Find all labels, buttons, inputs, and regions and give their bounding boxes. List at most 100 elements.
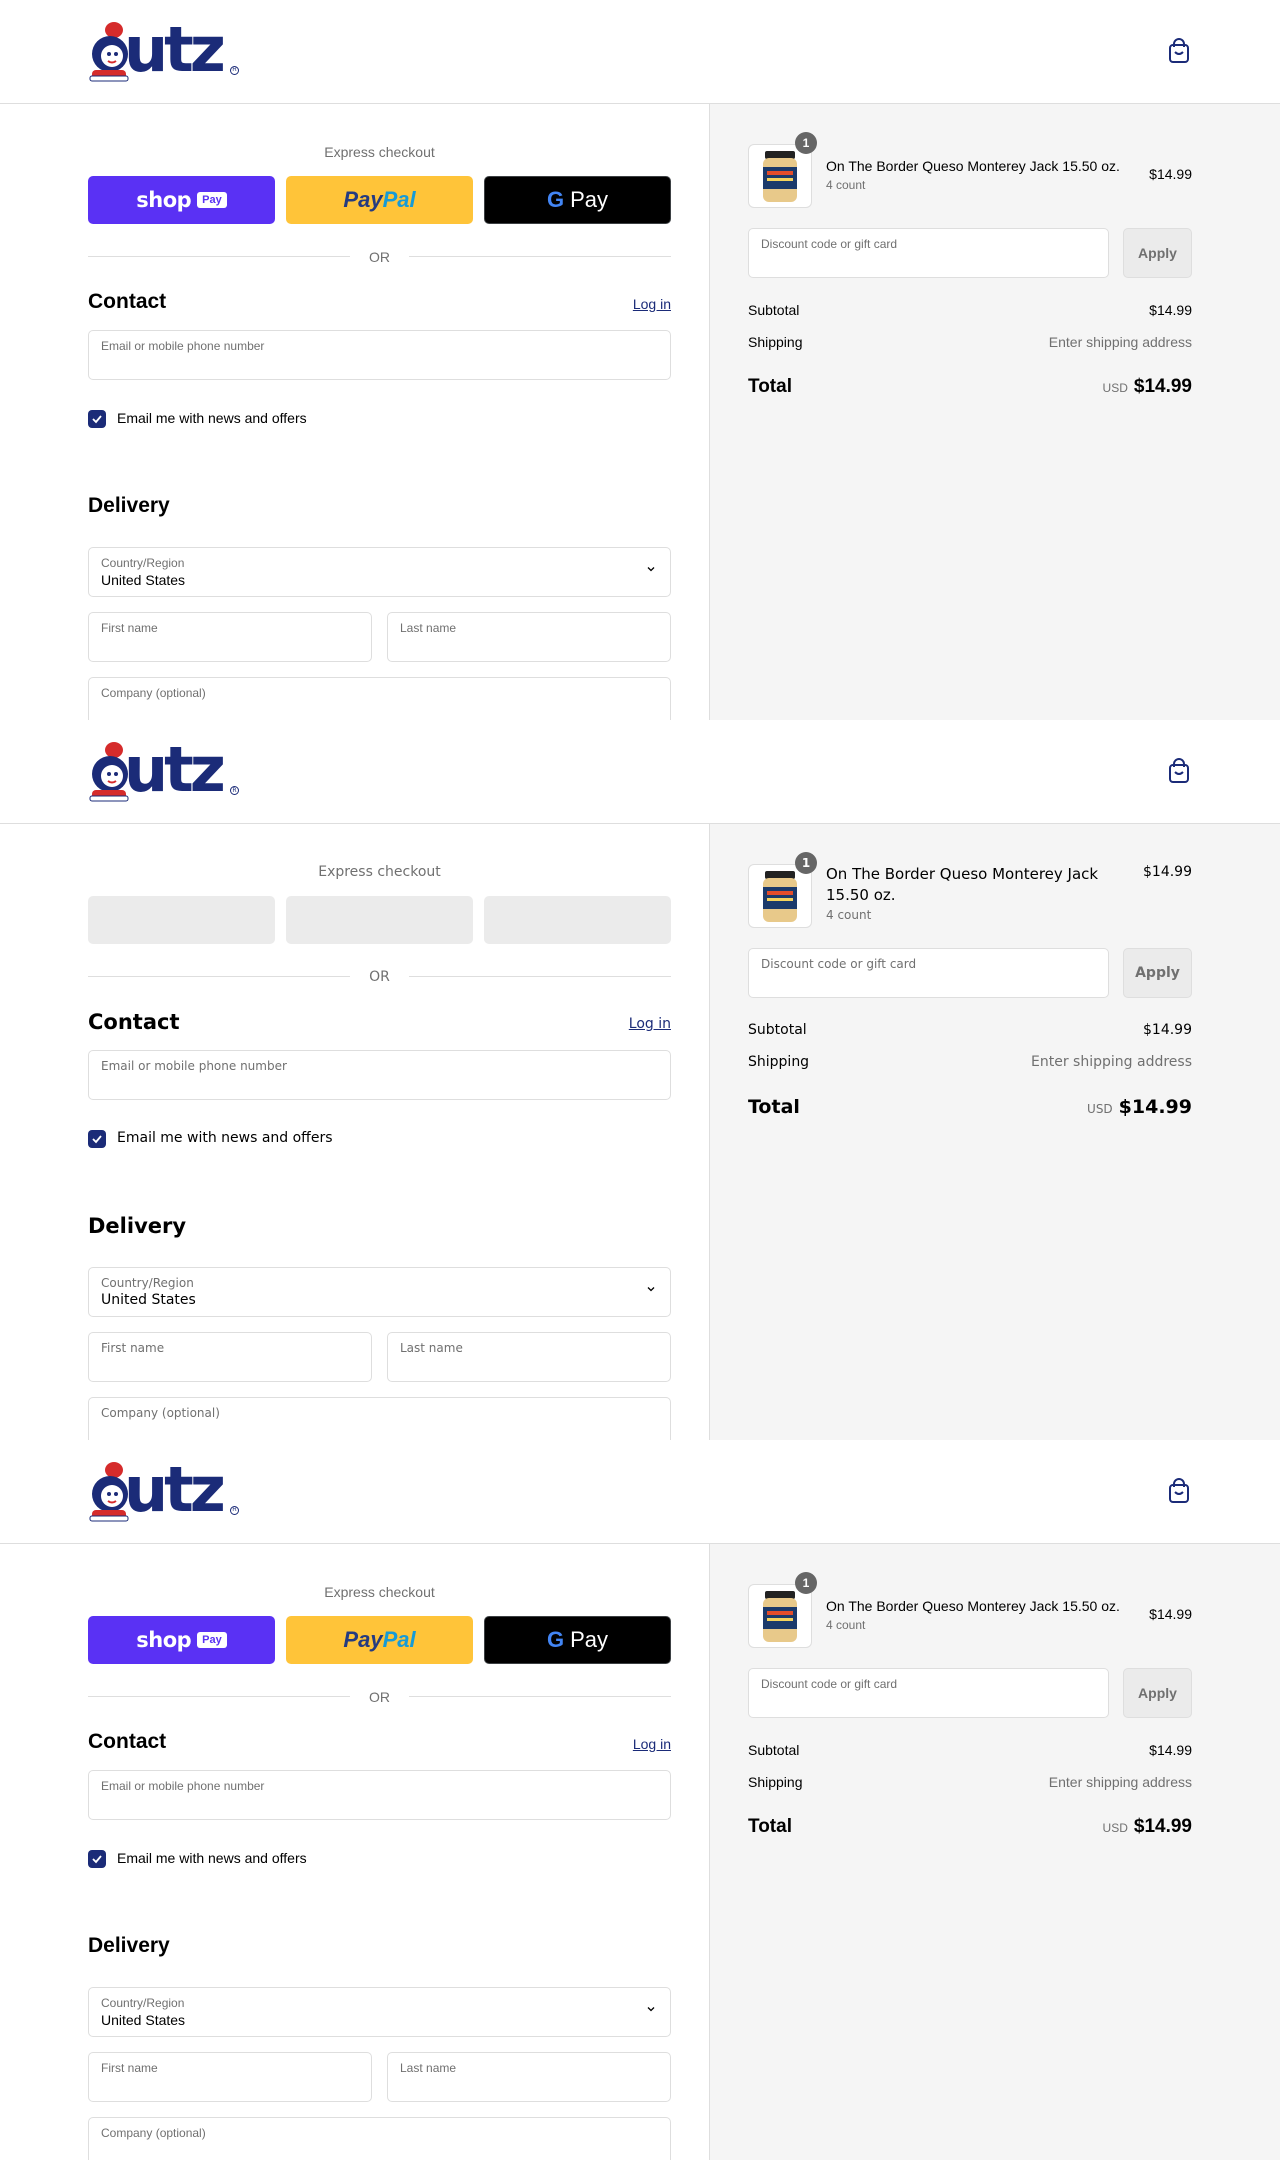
- first-name-field[interactable]: First name: [88, 2052, 372, 2102]
- discount-field[interactable]: Discount code or gift card: [748, 1668, 1109, 1718]
- apply-button[interactable]: Apply: [1123, 948, 1192, 998]
- or-text: OR: [369, 249, 390, 265]
- contact-heading: Contact: [88, 290, 167, 313]
- subtotal-row: Subtotal $14.99: [748, 1742, 1192, 1758]
- shipping-label: Shipping: [748, 1774, 803, 1790]
- email-field[interactable]: Email or mobile phone number: [88, 1050, 671, 1100]
- news-checkbox[interactable]: [88, 410, 106, 428]
- utz-logo[interactable]: utz R: [88, 1458, 240, 1524]
- discount-label: Discount code or gift card: [761, 237, 898, 251]
- checkout-frame-3: utz R Express checkout shop Pay Pay Pal GP…: [0, 1440, 1280, 2160]
- queso-jar-image: [763, 871, 797, 922]
- shopping-bag-icon[interactable]: [1168, 38, 1190, 64]
- order-summary: 1 On The Border Queso Monterey Jack 15.5…: [709, 1544, 1280, 2160]
- first-name-field[interactable]: First name: [88, 1332, 372, 1382]
- login-link[interactable]: Log in: [600, 296, 671, 312]
- email-field[interactable]: Email or mobile phone number: [88, 330, 671, 380]
- country-value: United States: [101, 2012, 186, 2028]
- country-label: Country/Region: [101, 1996, 185, 2010]
- discount-label: Discount code or gift card: [761, 1677, 898, 1691]
- login-link[interactable]: Log in: [600, 1736, 671, 1752]
- subtotal-label: Subtotal: [748, 302, 800, 318]
- apply-button[interactable]: Apply: [1123, 1668, 1192, 1718]
- shop-pay-button[interactable]: shop Pay: [88, 176, 275, 224]
- quantity-badge: 1: [795, 1572, 817, 1594]
- chevron-down-icon: [647, 567, 655, 572]
- paypal-button[interactable]: [286, 896, 473, 944]
- checkout-header: utz R: [0, 720, 1280, 824]
- utz-logo[interactable]: utz R: [88, 18, 240, 84]
- first-name-field[interactable]: First name: [88, 612, 372, 662]
- delivery-heading: Delivery: [88, 494, 170, 517]
- discount-field[interactable]: Discount code or gift card: [748, 948, 1109, 998]
- last-name-label: Last name: [400, 621, 457, 635]
- country-value: United States: [101, 572, 186, 588]
- first-name-label: First name: [101, 1341, 165, 1355]
- registered-mark: R: [230, 786, 239, 795]
- news-checkbox[interactable]: [88, 1850, 106, 1868]
- or-text: OR: [369, 969, 390, 985]
- google-pay-button[interactable]: G Pay: [484, 176, 671, 224]
- delivery-heading: Delivery: [88, 1214, 187, 1238]
- shopping-bag-icon[interactable]: [1168, 758, 1190, 784]
- login-link[interactable]: Log in: [600, 1016, 671, 1032]
- apply-button[interactable]: Apply: [1123, 228, 1192, 278]
- product-price: $14.99: [1149, 166, 1192, 182]
- company-field[interactable]: Company (optional): [88, 677, 671, 720]
- chevron-down-icon: [647, 2007, 655, 2012]
- total-value: $14.99: [1133, 1816, 1192, 1837]
- paypal-button[interactable]: Pay Pal: [286, 1616, 473, 1664]
- or-divider: OR: [88, 1688, 671, 1706]
- product-name: On The Border Queso Monterey Jack 15.50 …: [826, 1598, 1120, 1614]
- subtotal-label: Subtotal: [748, 1022, 807, 1038]
- last-name-field[interactable]: Last name: [387, 2052, 671, 2102]
- country-select[interactable]: Country/Region United States: [88, 1987, 671, 2037]
- contact-heading: Contact: [88, 1730, 167, 1753]
- shipping-value: Enter shipping address: [1048, 334, 1192, 350]
- country-select[interactable]: Country/Region United States: [88, 547, 671, 597]
- country-select[interactable]: Country/Region United States: [88, 1267, 671, 1317]
- shipping-label: Shipping: [748, 1054, 810, 1070]
- last-name-field[interactable]: Last name: [387, 1332, 671, 1382]
- utz-logo[interactable]: utz R: [88, 733, 240, 806]
- shopping-bag-icon[interactable]: [1168, 1478, 1190, 1504]
- paypal-logo-a: Pay: [343, 187, 383, 212]
- express-checkout-title: Express checkout: [324, 144, 435, 160]
- express-checkout-title: Express checkout: [318, 864, 441, 880]
- checkmark-icon: [92, 415, 102, 424]
- last-name-field[interactable]: Last name: [387, 612, 671, 662]
- last-name-label: Last name: [400, 1341, 463, 1355]
- paypal-logo-a: Pay: [343, 1627, 383, 1652]
- news-checkbox[interactable]: [88, 1130, 106, 1148]
- last-name-label: Last name: [400, 2061, 457, 2075]
- company-field[interactable]: Company (optional): [88, 2117, 671, 2160]
- total-label: Total: [748, 1096, 800, 1118]
- subtotal-value: $14.99: [1143, 1022, 1192, 1038]
- brand-wordmark: utz: [124, 733, 226, 806]
- total-row: Total USD $14.99: [748, 1816, 1192, 1838]
- email-field-label: Email or mobile phone number: [101, 339, 265, 353]
- google-pay-label: Pay: [570, 187, 609, 212]
- shop-pay-button[interactable]: [88, 896, 275, 944]
- company-field[interactable]: Company (optional): [88, 1397, 671, 1440]
- discount-field[interactable]: Discount code or gift card: [748, 228, 1109, 278]
- currency-code: USD: [1102, 1821, 1128, 1835]
- quantity-badge: 1: [795, 132, 817, 154]
- order-summary: 1 On The Border Queso Monterey Jack 15.5…: [709, 104, 1280, 720]
- queso-jar-image: [763, 1591, 797, 1642]
- first-name-label: First name: [101, 2061, 158, 2075]
- paypal-button[interactable]: Pay Pal: [286, 176, 473, 224]
- google-pay-button[interactable]: [484, 896, 671, 944]
- company-label: Company (optional): [101, 686, 206, 700]
- shop-pay-logo: shop: [136, 188, 192, 212]
- email-field-label: Email or mobile phone number: [101, 1779, 265, 1793]
- chevron-down-icon: [647, 1287, 655, 1292]
- shipping-row: Shipping Enter shipping address: [748, 1054, 1192, 1070]
- news-checkbox-label: Email me with news and offers: [117, 1850, 307, 1866]
- discount-label: Discount code or gift card: [761, 957, 917, 971]
- or-divider: OR: [88, 248, 671, 266]
- shop-pay-button[interactable]: shop Pay: [88, 1616, 275, 1664]
- email-field[interactable]: Email or mobile phone number: [88, 1770, 671, 1820]
- google-pay-button[interactable]: G Pay: [484, 1616, 671, 1664]
- order-summary: 1 On The Border Queso Monterey Jack 15.5…: [709, 824, 1280, 1440]
